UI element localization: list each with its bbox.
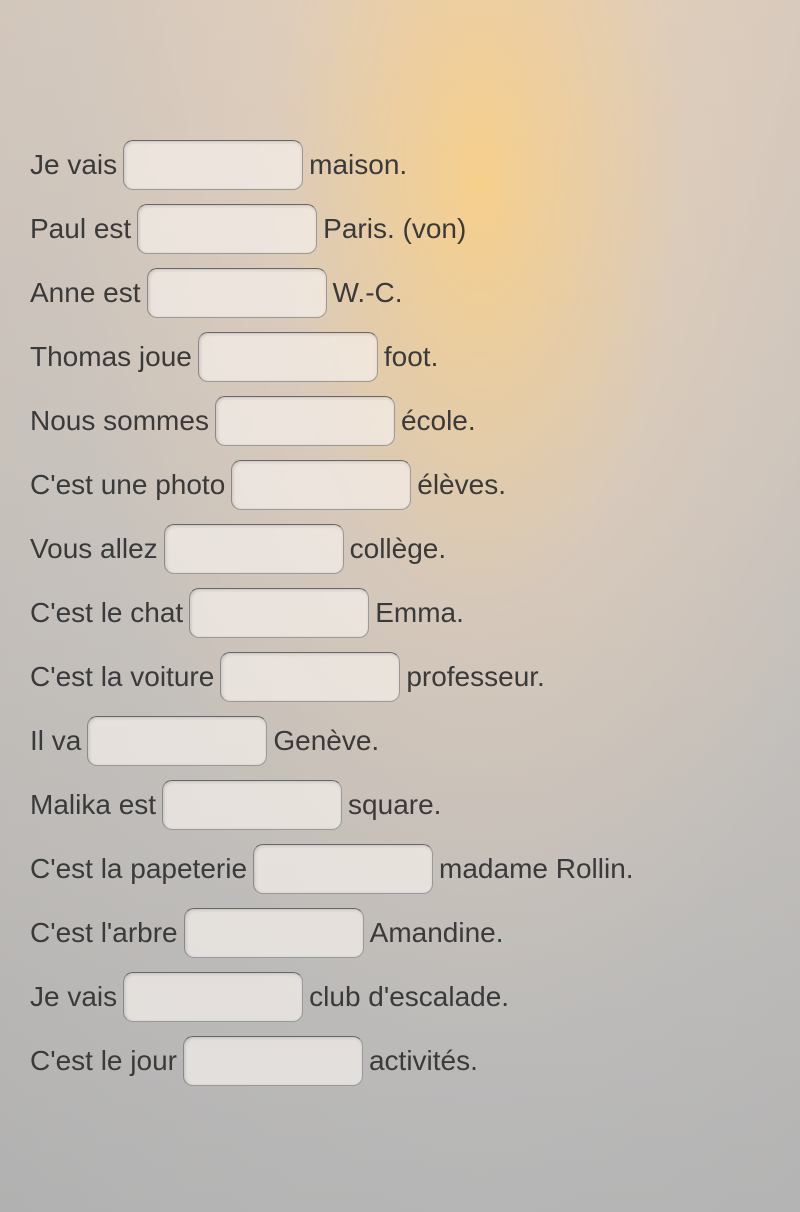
fill-input[interactable] <box>215 396 395 446</box>
exercise-row: Thomas joue foot. <box>30 332 770 382</box>
fill-input[interactable] <box>253 844 433 894</box>
exercise-row: Vous allez collège. <box>30 524 770 574</box>
text-after: madame Rollin. <box>439 849 634 888</box>
fill-input[interactable] <box>123 140 303 190</box>
text-after: maison. <box>309 145 407 184</box>
text-before: Thomas joue <box>30 337 192 376</box>
exercise-row: C'est l'arbre Amandine. <box>30 908 770 958</box>
exercise-row: C'est la papeterie madame Rollin. <box>30 844 770 894</box>
text-after: club d'escalade. <box>309 977 509 1016</box>
text-before: Je vais <box>30 977 117 1016</box>
fill-input[interactable] <box>123 972 303 1022</box>
fill-input[interactable] <box>137 204 317 254</box>
exercise-row: Paul est Paris. (von) <box>30 204 770 254</box>
text-before: Il va <box>30 721 81 760</box>
fill-input[interactable] <box>147 268 327 318</box>
text-before: Je vais <box>30 145 117 184</box>
text-before: C'est la papeterie <box>30 849 247 888</box>
text-before: Vous allez <box>30 529 158 568</box>
exercise-row: C'est le chat Emma. <box>30 588 770 638</box>
exercise-row: Malika est square. <box>30 780 770 830</box>
text-after: Genève. <box>273 721 379 760</box>
text-before: C'est le jour <box>30 1041 177 1080</box>
text-after: activités. <box>369 1041 478 1080</box>
exercise-container: Je vais maison. Paul est Paris. (von) An… <box>30 140 770 1086</box>
text-after: square. <box>348 785 441 824</box>
text-after: Amandine. <box>370 913 504 952</box>
text-before: Anne est <box>30 273 141 312</box>
fill-input[interactable] <box>162 780 342 830</box>
text-before: C'est la voiture <box>30 657 214 696</box>
exercise-row: Nous sommes école. <box>30 396 770 446</box>
fill-input[interactable] <box>198 332 378 382</box>
text-after: W.-C. <box>333 273 403 312</box>
fill-input[interactable] <box>164 524 344 574</box>
text-after: Paris. (von) <box>323 209 466 248</box>
fill-input[interactable] <box>184 908 364 958</box>
exercise-row: C'est le jour activités. <box>30 1036 770 1086</box>
text-after: école. <box>401 401 476 440</box>
text-before: Malika est <box>30 785 156 824</box>
text-before: C'est l'arbre <box>30 913 178 952</box>
text-after: élèves. <box>417 465 506 504</box>
fill-input[interactable] <box>183 1036 363 1086</box>
text-before: C'est une photo <box>30 465 225 504</box>
exercise-row: Je vais maison. <box>30 140 770 190</box>
text-after: professeur. <box>406 657 545 696</box>
fill-input[interactable] <box>87 716 267 766</box>
fill-input[interactable] <box>220 652 400 702</box>
exercise-row: Je vais club d'escalade. <box>30 972 770 1022</box>
text-after: foot. <box>384 337 438 376</box>
text-after: Emma. <box>375 593 464 632</box>
exercise-row: Il va Genève. <box>30 716 770 766</box>
exercise-row: C'est la voiture professeur. <box>30 652 770 702</box>
text-after: collège. <box>350 529 447 568</box>
text-before: Paul est <box>30 209 131 248</box>
exercise-row: Anne est W.-C. <box>30 268 770 318</box>
exercise-row: C'est une photo élèves. <box>30 460 770 510</box>
fill-input[interactable] <box>189 588 369 638</box>
text-before: C'est le chat <box>30 593 183 632</box>
fill-input[interactable] <box>231 460 411 510</box>
text-before: Nous sommes <box>30 401 209 440</box>
